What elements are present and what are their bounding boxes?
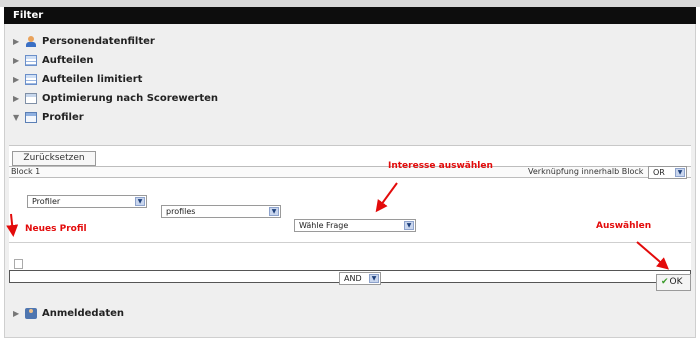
expand-triangle-icon[interactable]: ▶ (13, 309, 23, 318)
top-strip (0, 0, 700, 7)
expand-triangle-icon[interactable]: ▶ (13, 37, 23, 46)
ok-label: OK (669, 277, 683, 287)
collapse-triangle-icon[interactable]: ▼ (13, 113, 23, 122)
reset-button[interactable]: Zurücksetzen (12, 151, 96, 166)
tree-item-profiler[interactable]: ▼ Profiler (13, 109, 84, 125)
select-value: OR (653, 168, 665, 177)
chevron-down-icon[interactable]: ▼ (369, 274, 379, 283)
checkmark-icon: ✔ (661, 277, 669, 287)
select-value: AND (344, 274, 362, 283)
filter-type-select[interactable]: Profiler ▼ (27, 195, 147, 208)
tree-item-anmeldedaten[interactable]: ▶ Anmeldedaten (13, 305, 124, 321)
filter-panel: ▶ Personendatenfilter ▶ Aufteilen ▶ Auft… (4, 24, 696, 338)
question-select[interactable]: Wähle Frage ▼ (294, 219, 416, 232)
tree-item-aufteilen[interactable]: ▶ Aufteilen (13, 52, 94, 68)
ok-button[interactable]: ✔OK (656, 274, 691, 291)
tree-item-label: Aufteilen (42, 54, 94, 66)
tree-item-label: Aufteilen limitiert (42, 73, 143, 85)
chevron-down-icon[interactable]: ▼ (269, 207, 279, 216)
chevron-down-icon[interactable]: ▼ (135, 197, 145, 206)
annotation-select: Auswählen (596, 221, 652, 231)
link-operator-select[interactable]: OR ▼ (648, 166, 687, 179)
tree-item-label: Anmeldedaten (42, 307, 125, 319)
new-profile-icon[interactable] (14, 259, 23, 269)
tree-item-label: Profiler (42, 111, 84, 123)
annotation-interest: Interesse auswählen (388, 161, 493, 171)
select-value: profiles (166, 207, 196, 216)
block-link-label: Verknüpfung innerhalb Block (528, 167, 644, 176)
connector-select[interactable]: AND ▼ (339, 272, 381, 285)
tree-item-label: Optimierung nach Scorewerten (42, 92, 219, 104)
annotation-new-profile: Neues Profil (25, 224, 87, 234)
expand-triangle-icon[interactable]: ▶ (13, 94, 23, 103)
tree-item-personendatenfilter[interactable]: ▶ Personendatenfilter (13, 33, 155, 49)
tree-item-optimierung[interactable]: ▶ Optimierung nach Scorewerten (13, 90, 218, 106)
form-icon (25, 111, 37, 123)
user-data-icon (25, 307, 37, 319)
profiler-filter-box: Zurücksetzen Block 1 Verknüpfung innerha… (9, 145, 691, 285)
select-value: Profiler (32, 197, 61, 206)
chevron-down-icon[interactable]: ▼ (404, 221, 414, 230)
select-value: Wähle Frage (299, 221, 349, 230)
window-title: Filter (4, 7, 696, 24)
tree-item-label: Personendatenfilter (42, 35, 155, 47)
person-filter-icon (25, 35, 37, 47)
list-icon (25, 54, 37, 66)
grid-icon (25, 92, 37, 104)
divider (9, 242, 691, 243)
source-select[interactable]: profiles ▼ (161, 205, 281, 218)
list-icon (25, 73, 37, 85)
tree-item-aufteilen-limitiert[interactable]: ▶ Aufteilen limitiert (13, 71, 142, 87)
expand-triangle-icon[interactable]: ▶ (13, 75, 23, 84)
block-label: Block 1 (11, 167, 41, 176)
expand-triangle-icon[interactable]: ▶ (13, 56, 23, 65)
block-header: Block 1 Verknüpfung innerhalb Block (9, 166, 691, 178)
chevron-down-icon[interactable]: ▼ (675, 168, 685, 177)
